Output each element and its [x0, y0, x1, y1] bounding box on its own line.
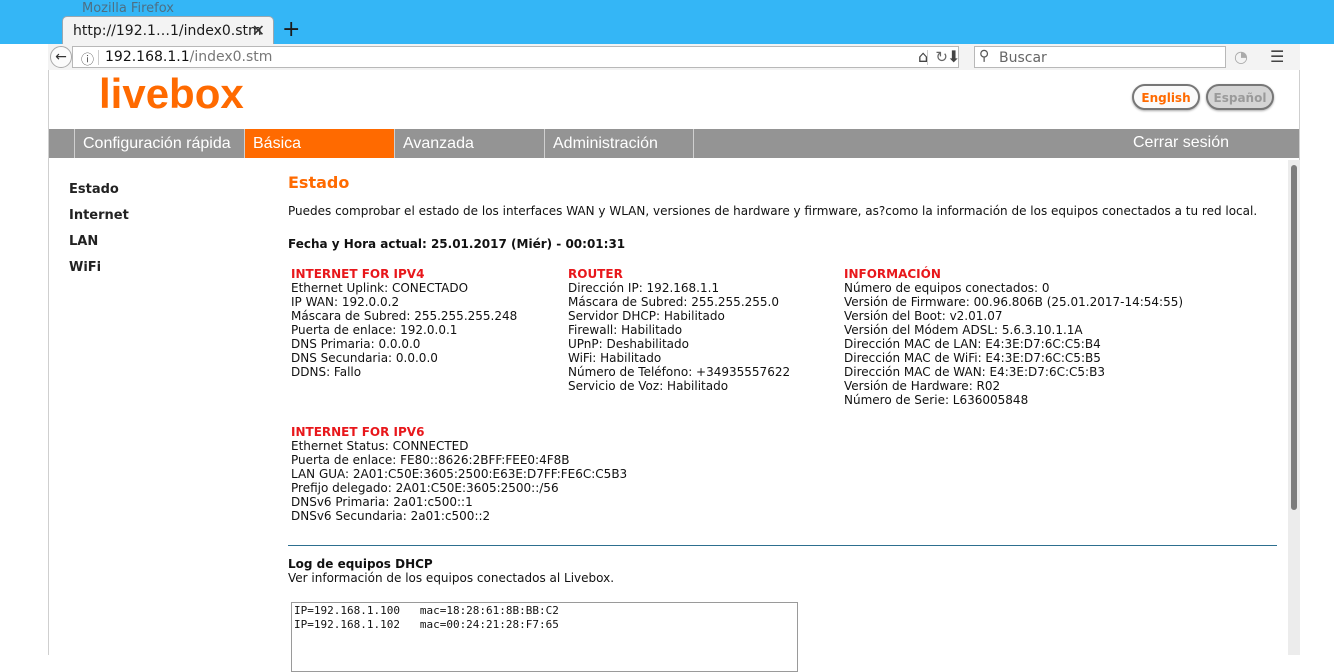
info-line: Número de equipos conectados: 0 — [844, 281, 1050, 295]
ipv6-line: DNSv6 Secundaria: 2a01:c500::2 — [291, 509, 491, 523]
url-bar[interactable]: ⓘ 192.168.1.1/index0.stm ↻ — [72, 46, 959, 68]
intro-text: Puedes comprobar el estado de los interf… — [288, 204, 1258, 218]
info-line: Dirección MAC de WiFi: E4:3E:D7:6C:C5:B5 — [844, 351, 1101, 365]
router-section: ROUTER Dirección IP: 192.168.1.1 Máscara… — [568, 267, 790, 393]
dhcp-log-subtitle: Ver información de los equipos conectado… — [288, 571, 615, 585]
home-icon[interactable]: ⌂ — [918, 46, 928, 68]
menu-administracion[interactable]: Administración — [544, 129, 694, 158]
ipv4-title: INTERNET FOR IPV4 — [291, 267, 425, 281]
info-line: Versión del Boot: v2.01.07 — [844, 309, 1003, 323]
sidebar-item-lan[interactable]: LAN — [69, 234, 129, 260]
ipv4-line: Puerta de enlace: 192.0.0.1 — [291, 323, 458, 337]
router-line: Firewall: Habilitado — [568, 323, 683, 337]
ipv6-section: INTERNET FOR IPV6 Ethernet Status: CONNE… — [291, 425, 627, 523]
router-title: ROUTER — [568, 267, 623, 281]
info-line: Versión del Módem ADSL: 5.6.3.10.1.1A — [844, 323, 1083, 337]
ipv4-line: IP WAN: 192.0.0.2 — [291, 295, 400, 309]
ipv4-line: DNS Secundaria: 0.0.0.0 — [291, 351, 438, 365]
sidebar-item-wifi[interactable]: WiFi — [69, 260, 129, 286]
english-button[interactable]: English — [1132, 84, 1200, 110]
url-path: /index0.stm — [189, 49, 273, 65]
ipv6-line: Prefijo delegado: 2A01:C50E:3605:2500::/… — [291, 481, 559, 495]
dhcp-log-textarea[interactable]: IP=192.168.1.100 mac=18:28:61:8B:BB:C2 I… — [291, 602, 798, 672]
url-text[interactable]: 192.168.1.1/index0.stm — [105, 49, 272, 65]
ipv6-line: Puerta de enlace: FE80::8626:2BFF:FEE0:4… — [291, 453, 570, 467]
search-placeholder: Buscar — [999, 50, 1047, 66]
download-icon[interactable]: ⬇ — [947, 46, 960, 68]
new-tab-icon[interactable]: + — [282, 17, 300, 43]
search-input[interactable]: ⚲ Buscar — [974, 46, 1226, 68]
info-section: INFORMACIÓN Número de equipos conectados… — [844, 267, 1183, 407]
sidebar-item-internet[interactable]: Internet — [69, 208, 129, 234]
livebox-logo: livebox — [99, 70, 244, 117]
router-line: WiFi: Habilitado — [568, 351, 662, 365]
url-host: 192.168.1.1 — [105, 49, 190, 65]
ipv4-line: Ethernet Uplink: CONECTADO — [291, 281, 469, 295]
menu-icon[interactable]: ☰ — [1270, 46, 1284, 68]
router-line: Número de Teléfono: +34935557622 — [568, 365, 791, 379]
logout-link[interactable]: Cerrar sesión — [1133, 129, 1229, 158]
info-line: Dirección MAC de WAN: E4:3E:D7:6C:C5:B3 — [844, 365, 1105, 379]
router-line: Máscara de Subred: 255.255.255.0 — [568, 295, 779, 309]
ipv4-line: DNS Primaria: 0.0.0.0 — [291, 337, 421, 351]
ipv4-line: Máscara de Subred: 255.255.255.248 — [291, 309, 518, 323]
scrollbar-thumb[interactable] — [1291, 165, 1297, 510]
browser-titlebar: Mozilla Firefox http://192.1…1/index0.st… — [0, 0, 1334, 46]
url-separator — [98, 50, 99, 65]
browser-tab[interactable]: http://192.1…1/index0.stm ✕ — [62, 16, 274, 46]
ipv6-title: INTERNET FOR IPV6 — [291, 425, 425, 439]
info-line: Versión de Firmware: 00.96.806B (25.01.2… — [844, 295, 1184, 309]
ipv4-section: INTERNET FOR IPV4 Ethernet Uplink: CONEC… — [291, 267, 517, 379]
router-line: Servidor DHCP: Habilitado — [568, 309, 725, 323]
window-title: Mozilla Firefox — [82, 1, 174, 16]
info-icon[interactable]: ⓘ — [81, 49, 94, 68]
info-line: Versión de Hardware: R02 — [844, 379, 1001, 393]
info-title: INFORMACIÓN — [844, 267, 941, 281]
page-scrollbar[interactable] — [1288, 160, 1300, 655]
main-menu: Configuración rápida Básica Avanzada Adm… — [49, 129, 1299, 158]
rss-icon[interactable]: ◔ — [1234, 46, 1248, 68]
section-divider — [288, 545, 1277, 546]
browser-navbar: ← ⓘ 192.168.1.1/index0.stm ↻ ⌂ ⬇ ⚲ Busca… — [48, 44, 1300, 71]
menu-configuracion-rapida[interactable]: Configuración rápida — [74, 129, 244, 158]
dhcp-log-entry: IP=192.168.1.102 mac=00:24:21:28:F7:65 — [294, 618, 559, 631]
router-line: Dirección IP: 192.168.1.1 — [568, 281, 720, 295]
menu-avanzada[interactable]: Avanzada — [394, 129, 544, 158]
router-line: Servicio de Voz: Habilitado — [568, 379, 729, 393]
menu-basica[interactable]: Básica — [244, 129, 394, 158]
ipv6-line: DNSv6 Primaria: 2a01:c500::1 — [291, 495, 473, 509]
ipv4-line: DDNS: Fallo — [291, 365, 362, 379]
ipv6-line: LAN GUA: 2A01:C50E:3605:2500:E63E:D7FF:F… — [291, 467, 628, 481]
router-line: UPnP: Deshabilitado — [568, 337, 689, 351]
info-line: Número de Serie: L636005848 — [844, 393, 1029, 407]
router-page: livebox English Español Configuración rá… — [48, 70, 1300, 672]
dhcp-log-entry: IP=192.168.1.100 mac=18:28:61:8B:BB:C2 — [294, 604, 559, 617]
ipv6-line: Ethernet Status: CONNECTED — [291, 439, 469, 453]
spanish-button[interactable]: Español — [1206, 84, 1274, 110]
tab-title: http://192.1…1/index0.stm — [73, 23, 262, 39]
sidebar-item-estado[interactable]: Estado — [69, 182, 129, 208]
current-datetime: Fecha y Hora actual: 25.01.2017 (Miér) -… — [288, 237, 626, 251]
dhcp-log-title: Log de equipos DHCP — [288, 557, 433, 571]
back-icon[interactable]: ← — [50, 46, 72, 68]
sidebar: Estado Internet LAN WiFi — [69, 182, 129, 286]
info-line: Dirección MAC de LAN: E4:3E:D7:6C:C5:B4 — [844, 337, 1101, 351]
close-tab-icon[interactable]: ✕ — [252, 21, 265, 40]
page-title: Estado — [288, 173, 350, 192]
search-icon: ⚲ — [979, 48, 990, 64]
